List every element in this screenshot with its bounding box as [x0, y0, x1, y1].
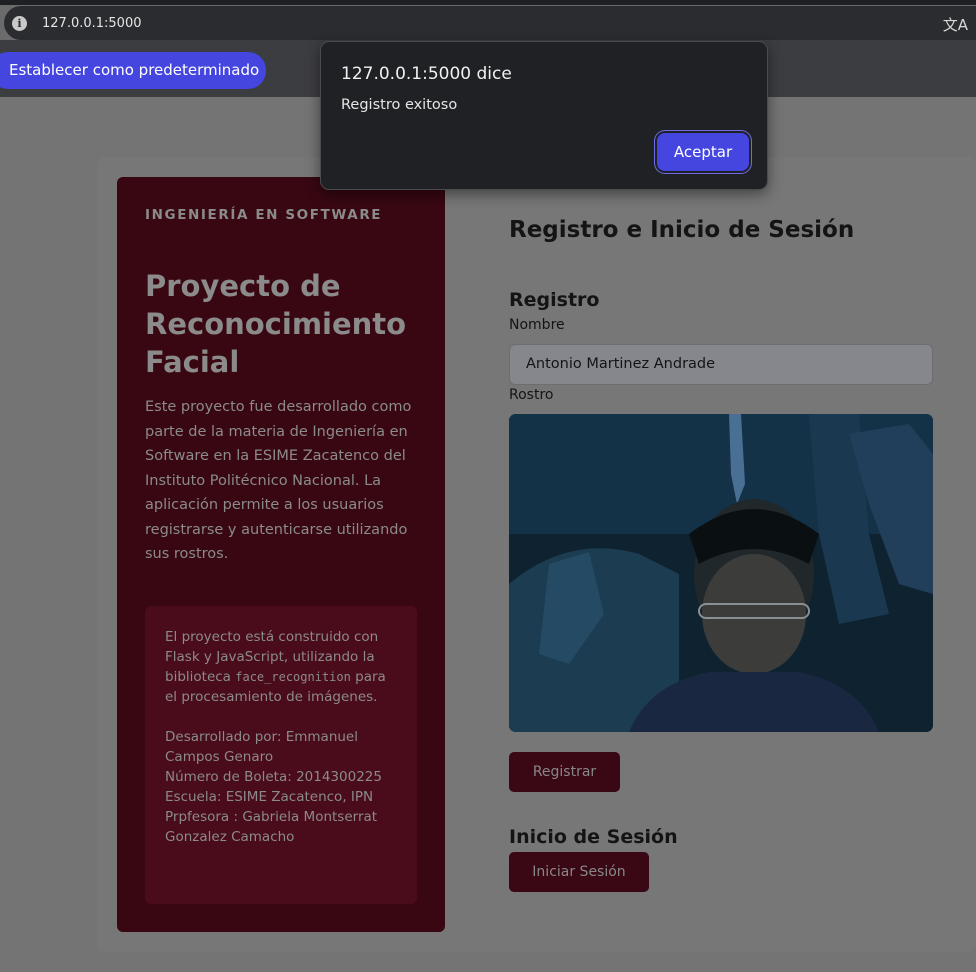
sidebar-eyebrow: INGENIERÍA EN SOFTWARE: [145, 207, 383, 223]
login-button[interactable]: Iniciar Sesión: [509, 852, 649, 892]
page-title: Registro e Inicio de Sesión: [509, 217, 855, 243]
sidebar-description: Este proyecto fue desarrollado como part…: [145, 399, 412, 562]
address-bar[interactable]: i 127.0.0.1:5000 文A: [4, 6, 976, 40]
professor-line: Prpfesora : Gabriela Montserrat Gonzalez…: [165, 809, 378, 845]
set-default-button[interactable]: Establecer como predeterminado: [0, 52, 266, 89]
register-heading: Registro: [509, 289, 600, 311]
sidebar-title: Proyecto de Reconocimiento Facial: [145, 269, 407, 379]
alert-dialog: 127.0.0.1:5000 dice Registro exitoso Ace…: [320, 41, 768, 190]
url-text[interactable]: 127.0.0.1:5000: [42, 16, 142, 31]
name-input[interactable]: Antonio Martinez Andrade: [509, 344, 933, 385]
translate-icon[interactable]: 文A: [943, 14, 968, 35]
school-line: Escuela: ESIME Zacatenco, IPN: [165, 789, 374, 805]
info-code: face_recognition: [235, 670, 351, 684]
developer-line: Desarrollado por: Emmanuel Campos Genaro: [165, 729, 358, 765]
register-button[interactable]: Registrar: [509, 752, 620, 792]
name-label: Nombre: [509, 317, 565, 333]
face-label: Rostro: [509, 387, 554, 403]
login-heading: Inicio de Sesión: [509, 826, 678, 848]
accept-button[interactable]: Aceptar: [657, 133, 749, 171]
browser-top-strip: [0, 0, 976, 5]
camera-feed: [509, 414, 933, 732]
boleta-line: Número de Boleta: 2014300225: [165, 769, 382, 785]
site-info-icon[interactable]: i: [12, 15, 27, 31]
camera-frame-image: [509, 414, 933, 732]
dialog-title: 127.0.0.1:5000 dice: [341, 64, 512, 84]
dialog-message: Registro exitoso: [341, 97, 458, 113]
info-text: El proyecto está construido con Flask y …: [165, 627, 401, 847]
